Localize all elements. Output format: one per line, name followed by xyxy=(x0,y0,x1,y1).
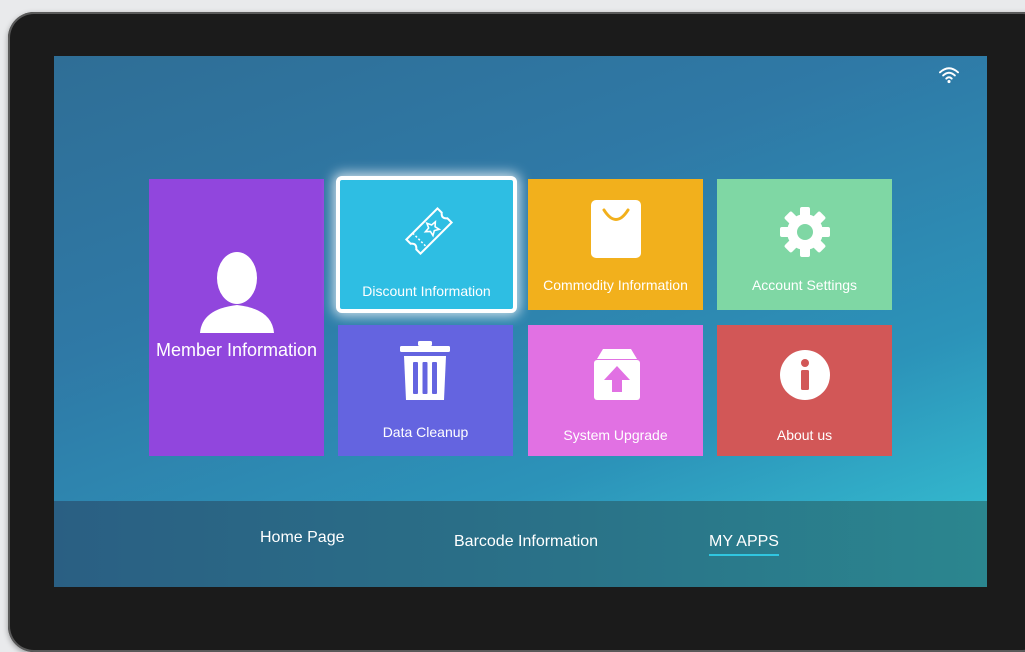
nav-active-indicator xyxy=(709,554,779,556)
nav-barcode-information[interactable]: Barcode Information xyxy=(454,533,598,551)
tile-data-cleanup[interactable]: Data Cleanup xyxy=(338,325,513,456)
tile-about-us[interactable]: About us xyxy=(717,325,892,456)
person-icon xyxy=(200,252,274,333)
tile-label: Discount Information xyxy=(362,283,491,299)
tile-account-settings[interactable]: Account Settings xyxy=(717,179,892,310)
shopping-bag-icon xyxy=(591,200,641,258)
upload-box-icon xyxy=(594,349,640,400)
app-screen: Member Information Discount Information … xyxy=(54,56,987,587)
wifi-icon xyxy=(939,67,959,84)
tile-label: Commodity Information xyxy=(543,277,688,293)
info-icon xyxy=(780,350,830,400)
bottom-nav-bar: Home Page Barcode Information MY APPS xyxy=(54,501,987,587)
tile-discount-information[interactable]: Discount Information xyxy=(336,176,517,313)
tile-system-upgrade[interactable]: System Upgrade xyxy=(528,325,703,456)
tile-label: Data Cleanup xyxy=(382,424,469,440)
tile-label: Account Settings xyxy=(751,277,858,293)
ticket-icon xyxy=(404,206,454,256)
gear-icon xyxy=(780,207,830,257)
trash-icon xyxy=(400,341,450,400)
tile-label: About us xyxy=(776,427,833,443)
tile-label: System Upgrade xyxy=(563,427,668,443)
tile-label: Member Information xyxy=(155,340,318,360)
nav-my-apps[interactable]: MY APPS xyxy=(709,533,779,551)
nav-home-page[interactable]: Home Page xyxy=(260,529,345,547)
tile-commodity-information[interactable]: Commodity Information xyxy=(528,179,703,310)
tile-member-information[interactable]: Member Information xyxy=(149,179,324,456)
